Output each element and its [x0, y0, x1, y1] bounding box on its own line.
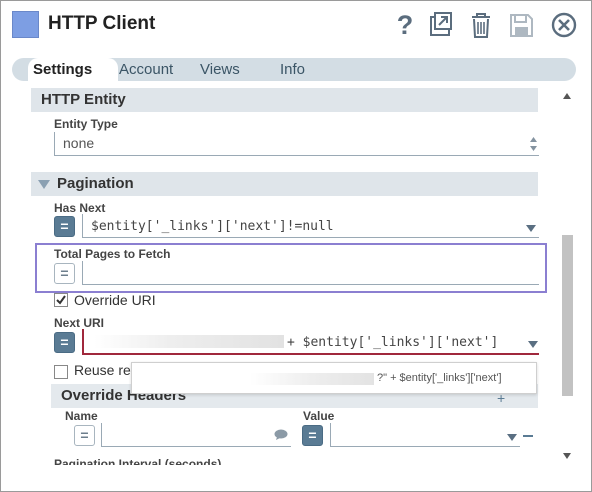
reuse-params-label: Reuse re [74, 362, 131, 378]
tab-info[interactable]: Info [280, 61, 305, 78]
expression-toggle-button[interactable]: = [54, 332, 75, 353]
header-name-input[interactable] [101, 423, 291, 447]
has-next-label: Has Next [54, 201, 106, 215]
has-next-value: $entity['_links']['next']!=null [91, 219, 334, 234]
scroll-down-arrow-icon[interactable] [563, 453, 571, 459]
settings-panel: HTTP Entity Entity Type none Pagination … [29, 85, 557, 465]
header-name-label: Name [65, 409, 98, 423]
snap-type-icon [12, 11, 39, 38]
total-pages-input[interactable] [82, 261, 539, 285]
tab-account[interactable]: Account [119, 61, 173, 78]
header-value-label: Value [303, 409, 335, 423]
pagination-interval-label: Pagination Interval (seconds) [54, 457, 222, 465]
dropdown-arrow-icon [507, 434, 517, 441]
redacted-text [94, 335, 284, 348]
trash-icon[interactable] [467, 10, 495, 40]
override-uri-checkbox[interactable] [54, 293, 68, 307]
override-uri-label: Override URI [74, 292, 156, 308]
header-value-input[interactable] [330, 423, 520, 447]
title-bar: HTTP Client ? [1, 1, 591, 53]
http-entity-section-header[interactable]: HTTP Entity [31, 88, 538, 112]
checkmark-icon [56, 295, 66, 305]
expression-toggle-button[interactable]: = [54, 263, 75, 284]
entity-type-select[interactable]: none [54, 132, 539, 156]
dropdown-arrow-icon [526, 225, 536, 232]
dialog-title: HTTP Client [48, 13, 156, 34]
help-icon[interactable]: ? [391, 10, 419, 40]
tab-views[interactable]: Views [200, 61, 240, 78]
close-icon[interactable] [550, 10, 578, 40]
save-icon[interactable] [507, 10, 535, 40]
tooltip-text: ?" + $entity['_links']['next'] [377, 372, 502, 384]
entity-type-value: none [63, 135, 95, 151]
redacted-text [250, 373, 374, 385]
has-next-input[interactable]: $entity['_links']['next']!=null [82, 214, 539, 238]
tab-bar: Settings Account Views Info [12, 58, 576, 84]
reuse-params-checkbox[interactable] [54, 365, 68, 379]
dropdown-arrow-icon [528, 341, 538, 348]
entity-type-label: Entity Type [54, 117, 118, 131]
scrollbar-thumb[interactable] [562, 235, 573, 396]
http-client-dialog: HTTP Client ? Settings Account Views Inf… [0, 0, 592, 492]
next-uri-label: Next URI [54, 316, 105, 330]
scroll-up-arrow-icon[interactable] [563, 93, 571, 99]
expression-toggle-button[interactable]: = [74, 425, 95, 446]
pagination-section-title: Pagination [57, 175, 134, 192]
expression-toggle-button[interactable]: = [302, 425, 323, 446]
total-pages-label: Total Pages to Fetch [54, 247, 171, 261]
expression-toggle-button[interactable]: = [54, 216, 75, 237]
tab-settings[interactable]: Settings [33, 61, 92, 78]
expression-tooltip: ?" + $entity['_links']['next'] [131, 362, 537, 394]
remove-row-icon[interactable] [523, 435, 533, 437]
collapse-triangle-icon [38, 180, 50, 189]
pagination-section-header[interactable]: Pagination [31, 172, 538, 196]
comment-icon [274, 429, 288, 440]
export-icon[interactable] [427, 10, 455, 40]
next-uri-value: + $entity['_links']['next'] [287, 335, 499, 350]
select-updown-icon [530, 137, 537, 151]
http-entity-section-title: HTTP Entity [41, 91, 126, 108]
next-uri-input[interactable]: + $entity['_links']['next'] [82, 329, 539, 355]
